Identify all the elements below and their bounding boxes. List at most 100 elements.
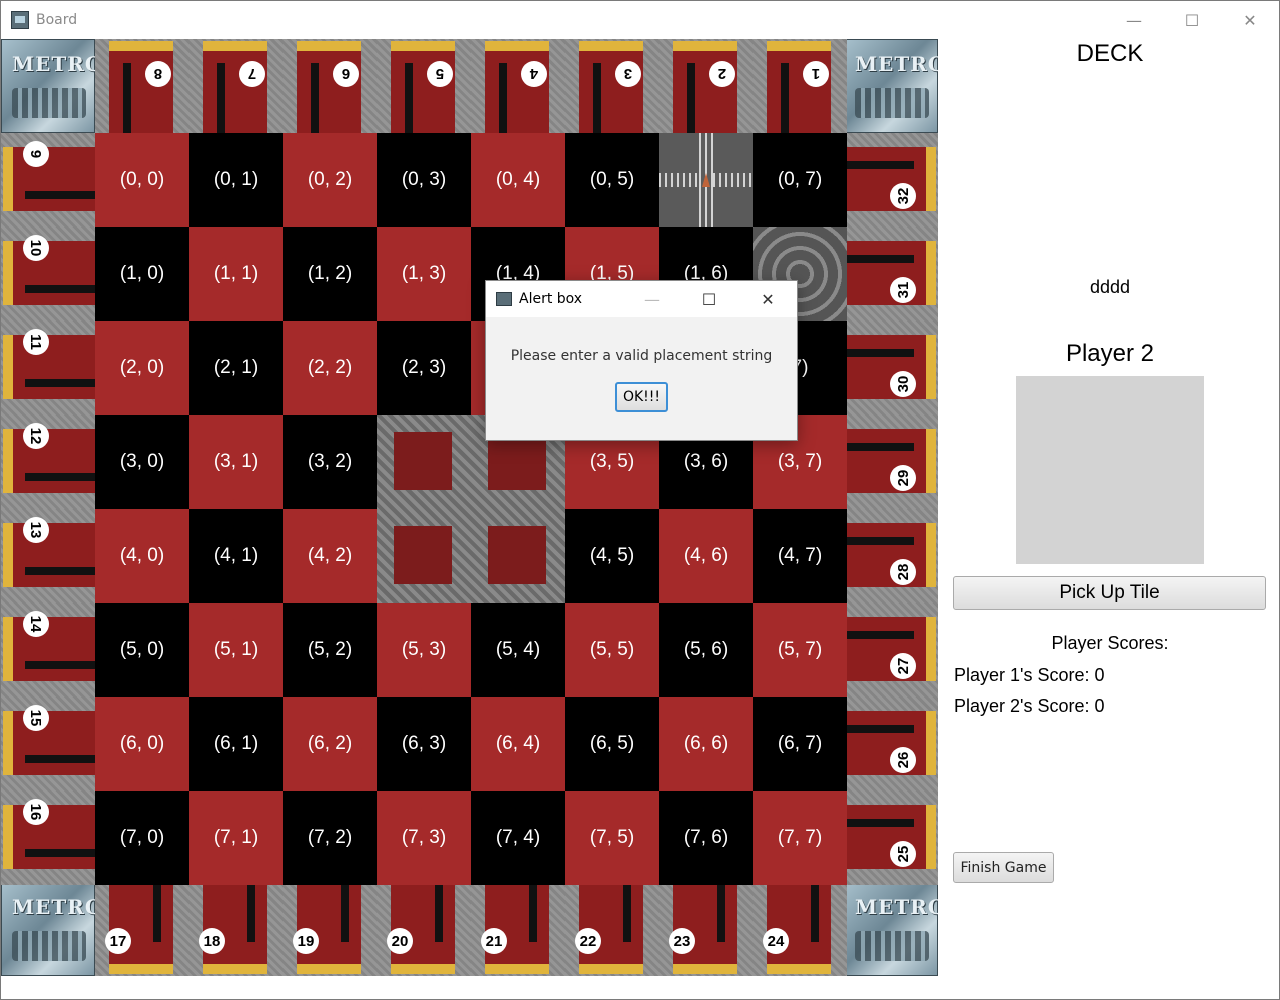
- board-cell[interactable]: (2, 0): [95, 321, 189, 415]
- board-cell[interactable]: (0, 3): [377, 133, 471, 227]
- board-cell[interactable]: (5, 0): [95, 603, 189, 697]
- station-left[interactable]: 9: [1, 133, 95, 227]
- board-cell[interactable]: (6, 6): [659, 697, 753, 791]
- board-cell[interactable]: (4, 1): [189, 509, 283, 603]
- board-cell[interactable]: (0, 5): [565, 133, 659, 227]
- station-bottom[interactable]: 18: [189, 882, 283, 976]
- station-right[interactable]: 28: [844, 509, 938, 603]
- board-cell[interactable]: (6, 5): [565, 697, 659, 791]
- station-right[interactable]: 31: [844, 227, 938, 321]
- station-number: 30: [890, 371, 916, 397]
- alert-title-bar[interactable]: Alert box — ☐ ✕: [486, 281, 797, 317]
- station-left[interactable]: 12: [1, 415, 95, 509]
- station-right[interactable]: 32: [844, 133, 938, 227]
- board-cell[interactable]: (1, 2): [283, 227, 377, 321]
- board-cell[interactable]: (5, 4): [471, 603, 565, 697]
- station-bottom[interactable]: 23: [659, 882, 753, 976]
- board-cell[interactable]: (0, 1): [189, 133, 283, 227]
- board-cell[interactable]: (6, 4): [471, 697, 565, 791]
- station-bottom[interactable]: 22: [565, 882, 659, 976]
- board-cell[interactable]: (3, 2): [283, 415, 377, 509]
- board-cell[interactable]: (6, 7): [753, 697, 847, 791]
- station-left[interactable]: 13: [1, 509, 95, 603]
- board-cell[interactable]: (4, 5): [565, 509, 659, 603]
- alert-minimize-button[interactable]: —: [634, 285, 670, 313]
- board-cell[interactable]: (4, 6): [659, 509, 753, 603]
- maximize-button[interactable]: ☐: [1163, 1, 1221, 39]
- board-cell[interactable]: (6, 2): [283, 697, 377, 791]
- station-right[interactable]: 27: [844, 603, 938, 697]
- pick-up-tile-button[interactable]: Pick Up Tile: [953, 576, 1266, 610]
- board-cell[interactable]: (7, 0): [95, 791, 189, 885]
- board-cell[interactable]: (0, 4): [471, 133, 565, 227]
- station-left[interactable]: 14: [1, 603, 95, 697]
- station-bottom[interactable]: 20: [377, 882, 471, 976]
- station-bottom[interactable]: 21: [471, 882, 565, 976]
- close-button[interactable]: ✕: [1221, 1, 1279, 39]
- station-number: 4: [521, 61, 547, 87]
- title-bar[interactable]: Board — ☐ ✕: [1, 1, 1279, 39]
- board-cell[interactable]: (5, 2): [283, 603, 377, 697]
- alert-title: Alert box: [519, 291, 583, 307]
- station-right[interactable]: 30: [844, 321, 938, 415]
- alert-maximize-button[interactable]: ☐: [691, 285, 727, 313]
- station-platform: [297, 964, 361, 974]
- station-number: 27: [890, 653, 916, 679]
- board-cell[interactable]: (4, 2): [283, 509, 377, 603]
- station-top[interactable]: 8: [95, 39, 189, 133]
- board-cell[interactable]: (5, 5): [565, 603, 659, 697]
- board-cell[interactable]: (1, 3): [377, 227, 471, 321]
- station-top[interactable]: 3: [565, 39, 659, 133]
- station-top[interactable]: 1: [753, 39, 847, 133]
- station-right[interactable]: 26: [844, 697, 938, 791]
- station-right[interactable]: 29: [844, 415, 938, 509]
- ok-button[interactable]: OK!!!: [615, 382, 668, 412]
- board-cell[interactable]: (0, 0): [95, 133, 189, 227]
- board-cell[interactable]: (7, 5): [565, 791, 659, 885]
- board-cell[interactable]: (7, 2): [283, 791, 377, 885]
- board-cell[interactable]: (2, 1): [189, 321, 283, 415]
- station-left[interactable]: 11: [1, 321, 95, 415]
- board-cell[interactable]: (1, 1): [189, 227, 283, 321]
- board-cell[interactable]: (6, 0): [95, 697, 189, 791]
- board-cell[interactable]: (7, 7): [753, 791, 847, 885]
- board-cell[interactable]: (6, 1): [189, 697, 283, 791]
- station-building: [844, 523, 928, 587]
- board-cell[interactable]: (4, 0): [95, 509, 189, 603]
- board-cell[interactable]: (7, 4): [471, 791, 565, 885]
- minimize-button[interactable]: —: [1105, 1, 1163, 39]
- board-cell[interactable]: (6, 3): [377, 697, 471, 791]
- station-bottom[interactable]: 19: [283, 882, 377, 976]
- station-left[interactable]: 15: [1, 697, 95, 791]
- finish-game-button[interactable]: Finish Game: [953, 852, 1054, 883]
- station-platform: [391, 41, 455, 51]
- board-cell[interactable]: (1, 0): [95, 227, 189, 321]
- placed-tile[interactable]: [659, 133, 753, 227]
- board-cell[interactable]: (7, 3): [377, 791, 471, 885]
- board-cell[interactable]: (5, 7): [753, 603, 847, 697]
- alert-close-button[interactable]: ✕: [750, 285, 786, 313]
- station-top[interactable]: 6: [283, 39, 377, 133]
- board-cell[interactable]: (5, 1): [189, 603, 283, 697]
- station-top[interactable]: 2: [659, 39, 753, 133]
- station-top[interactable]: 4: [471, 39, 565, 133]
- board-cell[interactable]: (3, 0): [95, 415, 189, 509]
- board-cell[interactable]: (5, 6): [659, 603, 753, 697]
- station-right[interactable]: 25: [844, 791, 938, 885]
- station-number: 11: [23, 329, 49, 355]
- station-left[interactable]: 16: [1, 791, 95, 885]
- board-cell[interactable]: (2, 3): [377, 321, 471, 415]
- board-cell[interactable]: (4, 7): [753, 509, 847, 603]
- board-cell[interactable]: (0, 2): [283, 133, 377, 227]
- station-left[interactable]: 10: [1, 227, 95, 321]
- station-bottom[interactable]: 24: [753, 882, 847, 976]
- station-top[interactable]: 7: [189, 39, 283, 133]
- board-cell[interactable]: (7, 1): [189, 791, 283, 885]
- station-top[interactable]: 5: [377, 39, 471, 133]
- board-cell[interactable]: (0, 7): [753, 133, 847, 227]
- station-bottom[interactable]: 17: [95, 882, 189, 976]
- board-cell[interactable]: (3, 1): [189, 415, 283, 509]
- board-cell[interactable]: (2, 2): [283, 321, 377, 415]
- board-cell[interactable]: (7, 6): [659, 791, 753, 885]
- board-cell[interactable]: (5, 3): [377, 603, 471, 697]
